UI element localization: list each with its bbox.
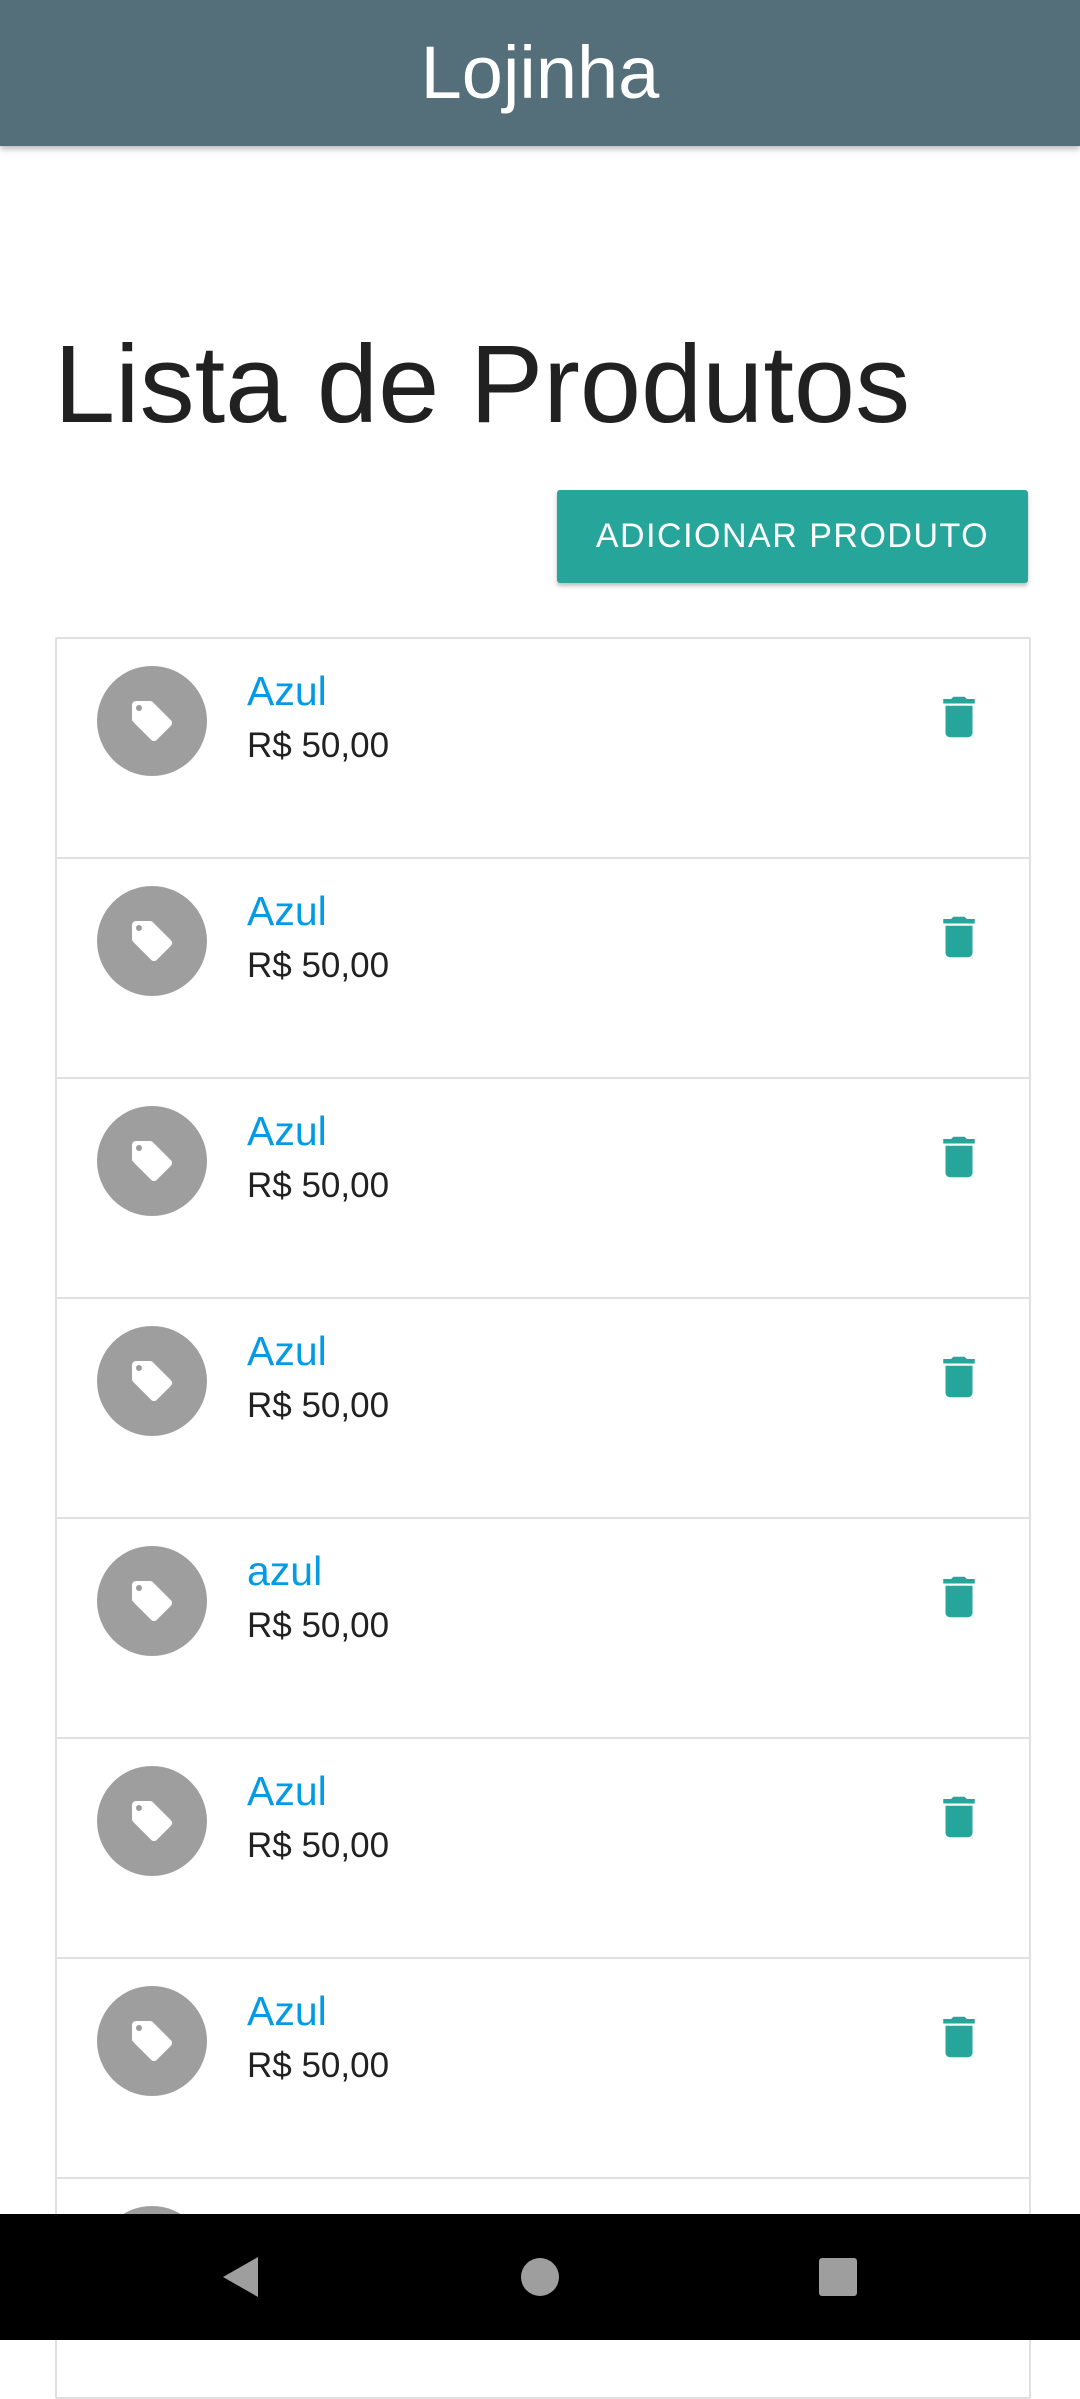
tag-icon: [132, 1361, 172, 1401]
delete-product-button[interactable]: [927, 2005, 991, 2069]
tag-icon: [132, 1801, 172, 1841]
delete-product-button[interactable]: [927, 1125, 991, 1189]
product-list-item: Azul R$ 50,00: [57, 639, 1029, 859]
trash-icon: [943, 1136, 975, 1178]
product-avatar: [97, 886, 207, 996]
product-price: R$ 50,00: [247, 946, 390, 985]
product-avatar: [97, 1766, 207, 1876]
product-list-item: azul R$ 50,00: [57, 1519, 1029, 1739]
product-list-item: Azul R$ 50,00: [57, 1079, 1029, 1299]
app-title: Lojinha: [420, 31, 660, 114]
nav-back-button[interactable]: [205, 2242, 275, 2312]
delete-product-button[interactable]: [927, 1785, 991, 1849]
product-avatar: [97, 666, 207, 776]
trash-icon: [943, 696, 975, 738]
product-price: R$ 50,00: [247, 2046, 390, 2085]
delete-product-button[interactable]: [927, 685, 991, 749]
product-name-link[interactable]: Azul: [247, 885, 327, 937]
page-title: Lista de Produtos: [54, 323, 911, 446]
delete-product-button[interactable]: [927, 1565, 991, 1629]
add-product-button[interactable]: ADICIONAR PRODUTO: [557, 490, 1028, 583]
product-price: R$ 50,00: [247, 1386, 390, 1425]
product-avatar: [97, 1106, 207, 1216]
product-price: R$ 50,00: [247, 726, 390, 765]
back-triangle-icon: [223, 2257, 258, 2297]
product-name-link[interactable]: Azul: [247, 1325, 327, 1377]
product-name-link[interactable]: azul: [247, 1545, 322, 1597]
nav-home-button[interactable]: [505, 2242, 575, 2312]
tag-icon: [132, 701, 172, 741]
product-list-item: Azul R$ 50,00: [57, 1739, 1029, 1959]
product-list-item: Azul R$ 50,00: [57, 859, 1029, 1079]
trash-icon: [943, 916, 975, 958]
product-price: R$ 50,00: [247, 1606, 390, 1645]
delete-product-button[interactable]: [927, 905, 991, 969]
product-list: Azul R$ 50,00 Azul R$ 50,00 Azul R$ 50,0…: [55, 637, 1031, 2399]
tag-icon: [132, 1581, 172, 1621]
product-avatar: [97, 1326, 207, 1436]
product-price: R$ 50,00: [247, 1826, 390, 1865]
trash-icon: [943, 1356, 975, 1398]
product-name-link[interactable]: Azul: [247, 665, 327, 717]
system-navigation-bar: [0, 2214, 1080, 2340]
product-name-link[interactable]: Azul: [247, 1105, 327, 1157]
tag-icon: [132, 921, 172, 961]
product-list-item: Azul R$ 50,00: [57, 1959, 1029, 2179]
tag-icon: [132, 2021, 172, 2061]
product-list-item: Azul R$ 50,00: [57, 1299, 1029, 1519]
tag-icon: [132, 1141, 172, 1181]
delete-product-button[interactable]: [927, 1345, 991, 1409]
product-avatar: [97, 1546, 207, 1656]
product-name-link[interactable]: Azul: [247, 1985, 327, 2037]
recents-square-icon: [819, 2258, 857, 2296]
home-circle-icon: [521, 2258, 559, 2296]
nav-recents-button[interactable]: [803, 2242, 873, 2312]
product-price: R$ 50,00: [247, 1166, 390, 1205]
trash-icon: [943, 2016, 975, 2058]
trash-icon: [943, 1576, 975, 1618]
app-bar: Lojinha: [0, 0, 1080, 146]
product-avatar: [97, 1986, 207, 2096]
trash-icon: [943, 1796, 975, 1838]
product-name-link[interactable]: Azul: [247, 1765, 327, 1817]
